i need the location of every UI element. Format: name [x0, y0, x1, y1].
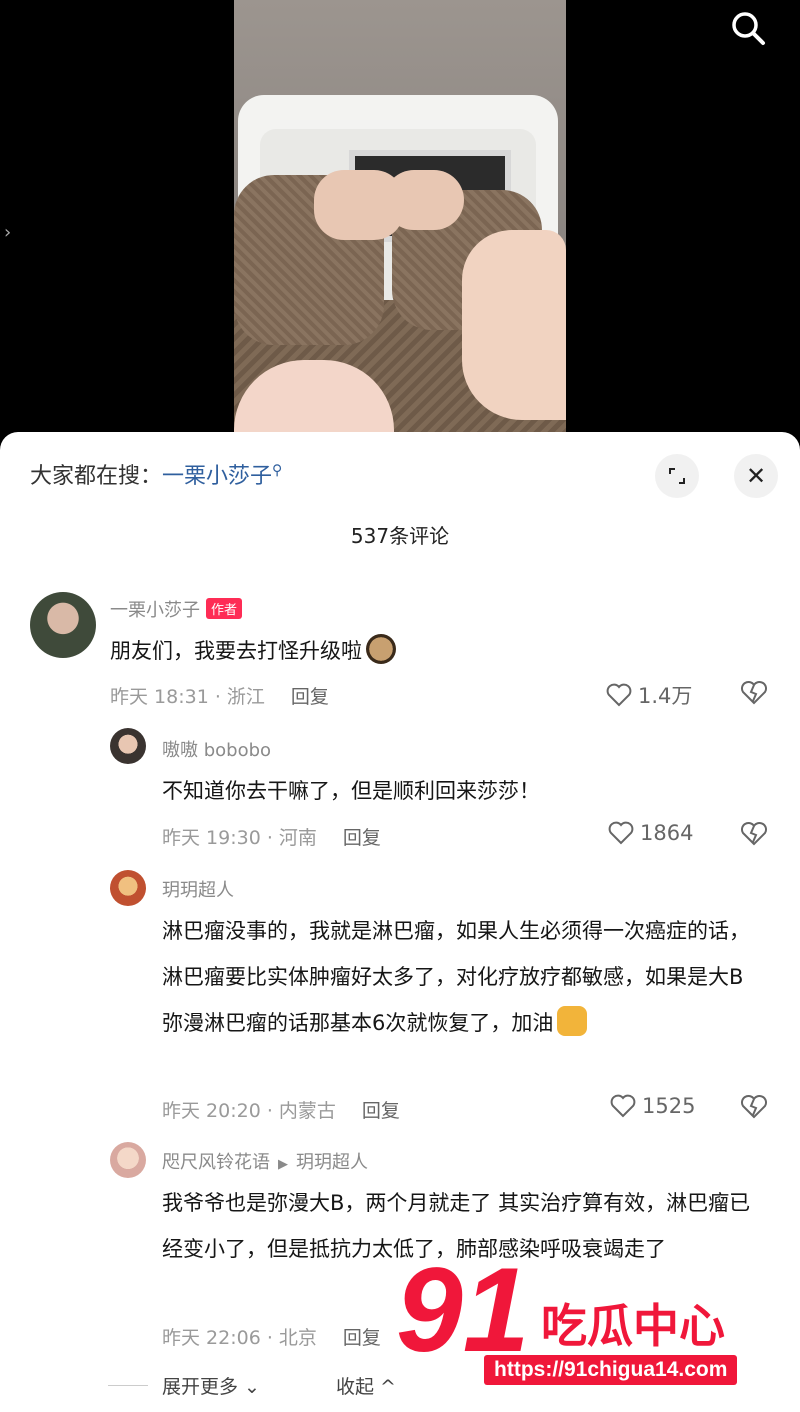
dislike-button[interactable] [740, 680, 768, 710]
close-button[interactable]: ✕ [734, 454, 778, 498]
comment-meta: 昨天 20:20 · 内蒙古 回复 [162, 1100, 400, 1122]
heart-icon [608, 821, 634, 845]
comment-text: 淋巴瘤没事的，我就是淋巴瘤，如果人生必须得一次癌症的话，淋巴瘤要比实体肿瘤好太多… [162, 919, 750, 1036]
search-icon[interactable] [728, 8, 768, 48]
heart-icon [610, 1094, 636, 1118]
video-frame[interactable] [234, 0, 566, 440]
close-icon: ✕ [745, 462, 767, 490]
comment-author[interactable]: 一栗小莎子 作者 [110, 596, 243, 622]
like-button[interactable]: 1.4万 [606, 680, 692, 710]
like-count: 1864 [640, 821, 694, 845]
avatar[interactable] [110, 1142, 146, 1178]
comment-meta: 昨天 18:31 · 浙江 回复 [110, 686, 329, 708]
reply-button[interactable]: 回复 [362, 1100, 400, 1122]
collapse-button[interactable]: 收起 ^ [336, 1372, 396, 1399]
watermark-number: 91 [396, 1243, 530, 1377]
broken-heart-icon [740, 1094, 768, 1119]
chevron-right-icon[interactable]: › [4, 222, 11, 243]
expand-button[interactable] [655, 454, 699, 498]
comment-text: 朋友们，我要去打怪升级啦 [110, 628, 750, 674]
video-scene-hand [384, 170, 464, 230]
search-suggestion[interactable]: 大家都在搜：一栗小莎子⚲ [30, 458, 282, 490]
avatar[interactable] [110, 728, 146, 764]
comment-author[interactable]: 玥玥超人 [162, 876, 234, 902]
comment-author[interactable]: 嗷嗷 bobobo [162, 736, 271, 762]
watermark: 91 吃瓜中心 https://91chigua14.com [396, 1250, 766, 1390]
chevron-down-icon: ⌄ [238, 1376, 260, 1398]
dislike-button[interactable] [740, 821, 768, 851]
divider [108, 1385, 148, 1386]
comment-author[interactable]: 咫尺风铃花语 ▶ 玥玥超人 [162, 1148, 368, 1174]
broken-heart-icon [740, 821, 768, 846]
like-count: 1525 [642, 1094, 696, 1118]
like-button[interactable]: 1525 [610, 1094, 695, 1118]
avatar[interactable] [30, 592, 96, 658]
watermark-text: 吃瓜中心 [541, 1299, 725, 1353]
expand-more-button[interactable]: 展开更多 ⌄ [162, 1372, 260, 1399]
author-badge: 作者 [206, 598, 243, 619]
comments-count: 537条评论 [350, 524, 450, 548]
like-count: 1.4万 [638, 684, 693, 708]
watermark-url: https://91chigua14.com [484, 1355, 738, 1385]
avatar[interactable] [110, 870, 146, 906]
heart-icon [606, 683, 632, 707]
search-small-icon: ⚲ [272, 462, 283, 479]
flexed-biceps-icon [557, 1006, 588, 1036]
dislike-button[interactable] [740, 1094, 768, 1124]
expand-icon [669, 468, 685, 484]
reply-button[interactable]: 回复 [343, 1327, 381, 1349]
reply-arrow-icon: ▶ [278, 1157, 288, 1172]
comment-text: 不知道你去干嘛了，但是顺利回来莎莎！ [162, 779, 540, 803]
video-scene-hand [462, 230, 566, 420]
search-suggestion-label: 大家都在搜： [30, 464, 163, 489]
search-suggestion-keyword[interactable]: 一栗小莎子 [162, 464, 272, 489]
emoji-icon [366, 634, 396, 664]
reply-button[interactable]: 回复 [291, 686, 329, 708]
chevron-up-icon: ^ [374, 1376, 396, 1398]
broken-heart-icon [740, 680, 768, 705]
video-area[interactable]: › [0, 0, 800, 460]
comment-meta: 昨天 19:30 · 河南 回复 [162, 827, 381, 849]
comment-meta: 昨天 22:06 · 北京 回复 [162, 1327, 381, 1349]
like-button[interactable]: 1864 [608, 821, 693, 845]
reply-button[interactable]: 回复 [343, 827, 381, 849]
